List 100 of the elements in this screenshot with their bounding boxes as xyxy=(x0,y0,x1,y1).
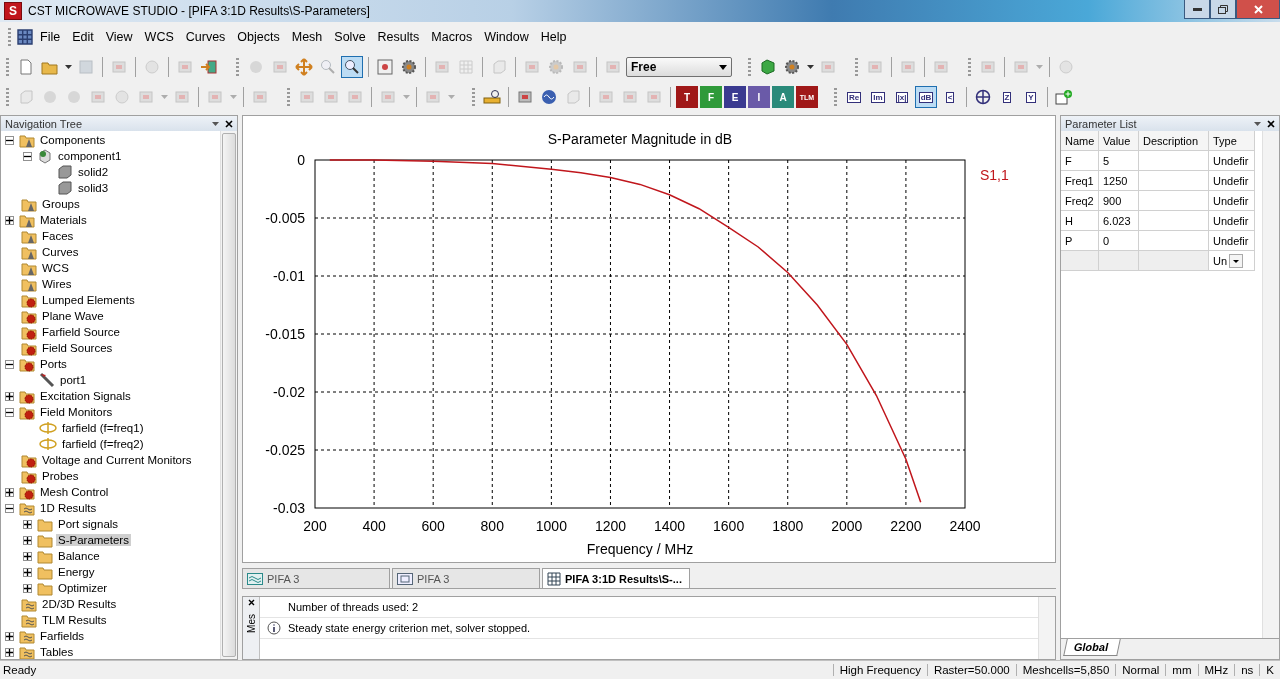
expand-toggle[interactable] xyxy=(5,647,14,657)
tree-item[interactable]: 1D Results xyxy=(38,502,99,514)
sheet-tab[interactable]: Global xyxy=(1063,639,1122,656)
collapse-toggle[interactable] xyxy=(5,503,14,513)
tree-item[interactable]: farfield (f=freq2) xyxy=(60,438,146,450)
document-tab[interactable]: PIFA 3 xyxy=(392,568,540,588)
close-icon[interactable] xyxy=(225,119,233,128)
expand-toggle[interactable] xyxy=(23,583,32,593)
toolbar-button[interactable]: I xyxy=(748,86,770,108)
status-field: High Frequency xyxy=(832,664,927,676)
menu-item[interactable]: Edit xyxy=(67,28,99,46)
zoom-button[interactable] xyxy=(341,56,363,78)
monitor-icon xyxy=(39,437,57,451)
toolbar-button[interactable]: F xyxy=(700,86,722,108)
tree-item[interactable]: WCS xyxy=(40,262,71,274)
tree-item[interactable]: Curves xyxy=(40,246,81,258)
tree-item[interactable]: Components xyxy=(38,134,108,146)
collapse-toggle[interactable] xyxy=(5,135,14,145)
menu-item[interactable]: Results xyxy=(372,28,425,46)
expand-toggle[interactable] xyxy=(5,215,14,225)
type-dropdown[interactable]: Un xyxy=(1209,251,1255,271)
menu-item[interactable]: Window xyxy=(479,28,534,46)
toolbar-button[interactable]: T xyxy=(676,86,698,108)
minimize-button[interactable] xyxy=(1184,0,1210,19)
expand-toggle[interactable] xyxy=(5,487,14,497)
tree-item[interactable]: farfield (f=freq1) xyxy=(60,422,146,434)
document-tab[interactable]: PIFA 3:1D Results\S-... xyxy=(542,568,690,588)
tree-item[interactable]: Wires xyxy=(40,278,74,290)
close-icon[interactable] xyxy=(247,599,255,606)
document-tab[interactable]: PIFA 3 xyxy=(242,568,390,588)
column-header[interactable]: Value xyxy=(1099,131,1139,151)
tree-item[interactable]: Optimizer xyxy=(56,582,110,594)
tree-item[interactable]: Mesh Control xyxy=(38,486,111,498)
axis-tick-label: 2000 xyxy=(831,518,863,534)
tree-item[interactable]: Materials xyxy=(38,214,89,226)
tree-item[interactable]: Ports xyxy=(38,358,69,370)
restore-button[interactable] xyxy=(1210,0,1236,19)
close-button[interactable] xyxy=(1236,0,1280,19)
tree-item[interactable]: S-Parameters xyxy=(56,534,131,546)
tree-item[interactable]: Farfield Source xyxy=(40,326,122,338)
toolbar-button[interactable]: E xyxy=(724,86,746,108)
tree-item[interactable]: TLM Results xyxy=(40,614,109,626)
menu-item[interactable]: Curves xyxy=(180,28,231,46)
scrollbar[interactable] xyxy=(1038,597,1055,659)
tree-item[interactable]: Faces xyxy=(40,230,76,242)
circle-icon xyxy=(114,89,130,105)
tree-item[interactable]: solid3 xyxy=(76,182,111,194)
menu-item[interactable]: Mesh xyxy=(286,28,328,46)
column-header[interactable]: Name xyxy=(1061,131,1099,151)
tree-item[interactable]: solid2 xyxy=(76,166,111,178)
expand-toggle[interactable] xyxy=(23,567,32,577)
menu-item[interactable]: WCS xyxy=(139,28,179,46)
toolbar-button[interactable]: Z xyxy=(996,86,1018,108)
tree-item[interactable]: Voltage and Current Monitors xyxy=(40,454,194,466)
menu-item[interactable]: Objects xyxy=(232,28,285,46)
close-icon[interactable] xyxy=(1267,119,1275,128)
collapse-toggle[interactable] xyxy=(5,407,14,417)
expand-toggle[interactable] xyxy=(5,631,14,641)
tree-item[interactable]: component1 xyxy=(56,150,124,162)
tree-item[interactable]: Farfields xyxy=(38,630,87,642)
expand-toggle[interactable] xyxy=(5,391,14,401)
tree-item[interactable]: Energy xyxy=(56,566,97,578)
menu-item[interactable]: View xyxy=(100,28,138,46)
collapse-toggle[interactable] xyxy=(5,359,14,369)
menu-item[interactable]: Help xyxy=(535,28,572,46)
collapse-toggle[interactable] xyxy=(23,151,32,161)
menu-item[interactable]: File xyxy=(35,28,66,46)
dropdown-arrow[interactable] xyxy=(212,121,219,126)
view-mode-dropdown[interactable]: Free xyxy=(626,57,732,77)
column-header[interactable]: Description xyxy=(1139,131,1209,151)
tree-item[interactable]: Lumped Elements xyxy=(40,294,137,306)
tree-item[interactable]: Field Sources xyxy=(40,342,115,354)
tree-item[interactable]: Field Monitors xyxy=(38,406,115,418)
expand-toggle[interactable] xyxy=(23,551,32,561)
scrollbar[interactable] xyxy=(1262,131,1279,638)
toolbar-button[interactable]: dB xyxy=(915,86,937,108)
tree-item[interactable]: port1 xyxy=(58,374,89,386)
toolbar-button[interactable]: < xyxy=(939,86,961,108)
toolbar-button[interactable]: Im xyxy=(867,86,889,108)
tree-item[interactable]: Probes xyxy=(40,470,81,482)
menu-item[interactable]: Solve xyxy=(329,28,371,46)
tree-item[interactable]: Excitation Signals xyxy=(38,390,133,402)
tree-item[interactable]: Balance xyxy=(56,550,102,562)
tree-item[interactable]: Tables xyxy=(38,646,76,658)
toolbar-button[interactable]: Y xyxy=(1020,86,1042,108)
tree-item[interactable]: Plane Wave xyxy=(40,310,106,322)
tree-item[interactable]: 2D/3D Results xyxy=(40,598,119,610)
expand-toggle[interactable] xyxy=(23,519,32,529)
menu-item[interactable]: Macros xyxy=(426,28,478,46)
scrollbar[interactable] xyxy=(220,131,237,659)
tree-item[interactable]: Groups xyxy=(40,198,82,210)
table-cell: P xyxy=(1061,231,1099,251)
column-header[interactable]: Type xyxy=(1209,131,1255,151)
expand-toggle[interactable] xyxy=(23,535,32,545)
message-text: Steady state energy criterion met, solver stopped. xyxy=(288,622,531,634)
toolbar-button[interactable]: Re xyxy=(843,86,865,108)
tree-item[interactable]: Port signals xyxy=(56,518,121,530)
toolbar-button[interactable]: A xyxy=(772,86,794,108)
toolbar-button[interactable]: |x| xyxy=(891,86,913,108)
dropdown-arrow[interactable] xyxy=(1254,121,1261,126)
